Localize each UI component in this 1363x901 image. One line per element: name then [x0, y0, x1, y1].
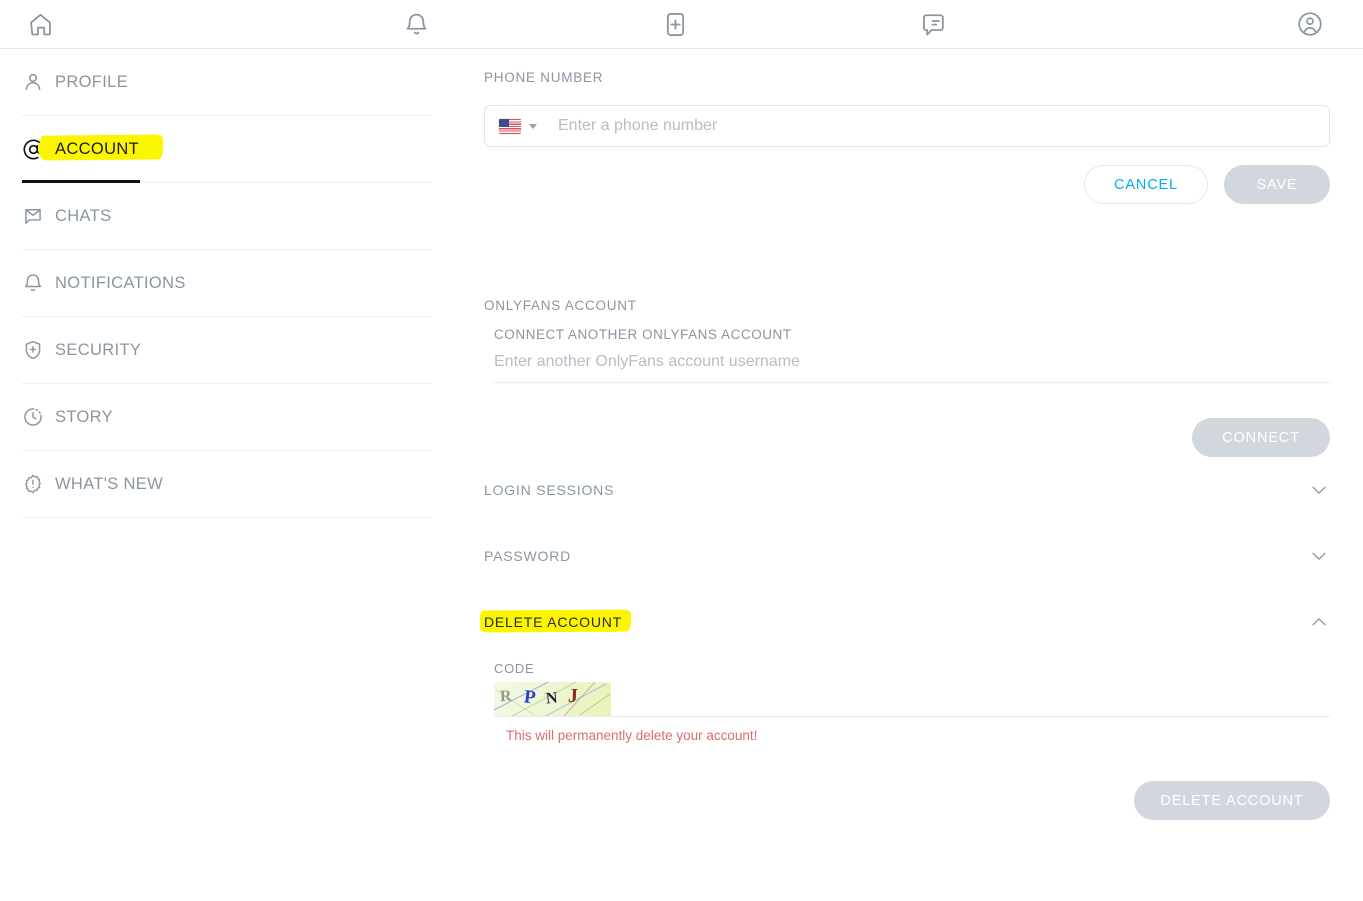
person-icon — [22, 71, 48, 93]
captcha-char: P — [522, 686, 537, 709]
accordion-list: LOGIN SESSIONS PASSWORD DELETE ACCOUNT — [479, 457, 1330, 655]
add-post-icon — [662, 11, 689, 38]
delete-account-panel: CODE R P N J This will permanently delet… — [494, 661, 1330, 820]
envelope-icon — [22, 205, 48, 227]
account-settings-panel: PHONE NUMBER Enter a phone number CANCEL… — [452, 49, 1363, 901]
accordion-title: DELETE ACCOUNT — [484, 614, 622, 630]
onlyfans-actions: CONNECT — [484, 418, 1330, 457]
chevron-down-icon[interactable] — [1308, 545, 1330, 567]
nav-messages-button[interactable] — [805, 0, 1064, 49]
code-input-field[interactable] — [611, 715, 1330, 716]
chevron-down-icon[interactable] — [529, 123, 537, 129]
badge-alert-icon — [22, 473, 48, 495]
us-flag-icon — [499, 118, 521, 134]
sidebar-item-notifications[interactable]: NOTIFICATIONS — [22, 250, 432, 317]
accordion-delete-account[interactable]: DELETE ACCOUNT — [479, 589, 1330, 655]
delete-warning-text: This will permanently delete your accoun… — [506, 728, 758, 743]
avatar-icon — [1296, 10, 1324, 38]
sidebar-item-label: STORY — [55, 407, 113, 426]
nav-new-post-button[interactable] — [546, 0, 805, 49]
settings-sidebar: PROFILE ACCOUNT CHATS NOTIFICATIONS SECU… — [0, 49, 452, 901]
delete-actions: DELETE ACCOUNT — [494, 781, 1330, 820]
sidebar-item-label: SECURITY — [55, 340, 142, 359]
phone-number-label: PHONE NUMBER — [484, 70, 604, 85]
accordion-password[interactable]: PASSWORD — [484, 523, 1330, 589]
connect-another-label: CONNECT ANOTHER ONLYFANS ACCOUNT — [494, 327, 792, 342]
sidebar-item-label: ACCOUNT — [55, 140, 140, 158]
onlyfans-account-label: ONLYFANS ACCOUNT — [484, 298, 637, 313]
onlyfans-account-section: ONLYFANS ACCOUNT CONNECT ANOTHER ONLYFAN… — [484, 298, 1330, 457]
captcha-char: J — [567, 684, 579, 708]
nav-notifications-button[interactable] — [286, 0, 545, 49]
phone-actions: CANCEL SAVE — [484, 165, 1330, 204]
sidebar-item-label: PROFILE — [55, 72, 129, 91]
captcha-char: N — [545, 689, 559, 708]
accordion-title: LOGIN SESSIONS — [484, 482, 615, 498]
clock-icon — [22, 406, 48, 428]
connect-button[interactable]: CONNECT — [1192, 418, 1330, 457]
home-icon — [27, 11, 54, 38]
captcha-image: R P N J — [494, 682, 611, 716]
captcha-char: R — [499, 687, 512, 706]
messages-icon — [921, 11, 948, 38]
accordion-login-sessions[interactable]: LOGIN SESSIONS — [484, 457, 1330, 523]
nav-home-button[interactable] — [0, 0, 286, 49]
phone-input-placeholder: Enter a phone number — [558, 117, 718, 134]
accordion-title-wrap: DELETE ACCOUNT — [479, 609, 632, 633]
top-navigation-bar — [0, 0, 1363, 49]
nav-profile-button[interactable] — [1065, 0, 1363, 49]
onlyfans-input-placeholder: Enter another OnlyFans account username — [494, 353, 800, 370]
sidebar-item-label: CHATS — [55, 206, 112, 225]
shield-icon — [22, 339, 48, 361]
captcha-code-input[interactable]: R P N J — [494, 682, 1330, 717]
sidebar-item-label: NOTIFICATIONS — [55, 273, 186, 292]
sidebar-item-chats[interactable]: CHATS — [22, 183, 432, 250]
phone-number-section: PHONE NUMBER Enter a phone number CANCEL… — [484, 70, 1330, 204]
sidebar-item-security[interactable]: SECURITY — [22, 317, 432, 384]
sidebar-item-story[interactable]: STORY — [22, 384, 432, 451]
phone-number-input[interactable]: Enter a phone number — [484, 105, 1330, 147]
sidebar-item-account[interactable]: ACCOUNT — [22, 116, 432, 183]
sidebar-item-profile[interactable]: PROFILE — [22, 49, 432, 116]
sidebar-item-label: WHAT'S NEW — [55, 474, 164, 493]
onlyfans-username-input[interactable]: Enter another OnlyFans account username — [494, 353, 1330, 383]
bell-icon — [22, 272, 48, 294]
bell-icon — [403, 11, 430, 38]
cancel-button[interactable]: CANCEL — [1084, 165, 1208, 204]
sidebar-item-label-wrap: ACCOUNT — [37, 134, 164, 161]
chevron-down-icon[interactable] — [1308, 479, 1330, 501]
sidebar-item-whats-new[interactable]: WHAT'S NEW — [22, 451, 432, 518]
delete-account-button[interactable]: DELETE ACCOUNT — [1134, 781, 1330, 820]
chevron-up-icon[interactable] — [1308, 611, 1330, 633]
accordion-title: PASSWORD — [484, 548, 572, 564]
code-label: CODE — [494, 661, 535, 676]
save-button[interactable]: SAVE — [1224, 165, 1330, 204]
